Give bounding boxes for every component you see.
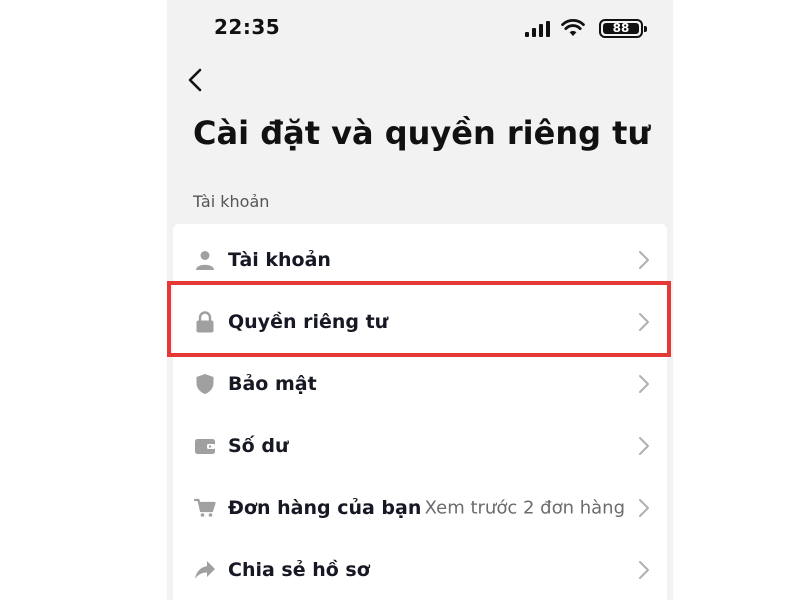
status-time: 22:35 <box>214 15 281 39</box>
chevron-right-icon <box>639 375 649 393</box>
shield-icon <box>193 372 217 396</box>
settings-item-orders[interactable]: Đơn hàng của bạn Xem trước 2 đơn hàng <box>173 477 667 539</box>
settings-item-value: Xem trước 2 đơn hàng <box>424 497 625 519</box>
settings-item-label: Số dư <box>228 435 289 457</box>
signal-icon <box>525 21 550 37</box>
settings-item-label: Chia sẻ hồ sơ <box>228 559 370 581</box>
section-header-account: Tài khoản <box>193 192 270 211</box>
wallet-icon <box>193 434 217 458</box>
chevron-right-icon <box>639 437 649 455</box>
wifi-icon <box>561 19 585 36</box>
settings-item-account[interactable]: Tài khoản <box>173 229 667 291</box>
settings-item-label: Đơn hàng của bạn <box>228 497 422 519</box>
lock-icon <box>193 310 217 334</box>
battery-icon: 88 <box>599 19 647 38</box>
battery-cap <box>644 26 647 32</box>
settings-item-security[interactable]: Bảo mật <box>173 353 667 415</box>
share-icon <box>193 558 217 582</box>
settings-item-label: Tài khoản <box>228 249 331 271</box>
chevron-right-icon <box>639 561 649 579</box>
settings-item-privacy[interactable]: Quyền riêng tư <box>173 291 667 353</box>
status-icons: 88 <box>513 19 647 39</box>
status-bar: 22:35 88 <box>167 0 673 56</box>
chevron-right-icon <box>639 499 649 517</box>
settings-item-balance[interactable]: Số dư <box>173 415 667 477</box>
chevron-right-icon <box>639 251 649 269</box>
settings-item-label: Quyền riêng tư <box>228 311 389 333</box>
chevron-right-icon <box>639 313 649 331</box>
cart-icon <box>193 496 217 520</box>
battery-level: 88 <box>603 22 639 34</box>
back-chevron-icon <box>188 68 202 92</box>
settings-card: Tài khoản Quyền riêng tư Bảo mật Số dư Đ… <box>173 224 667 600</box>
person-icon <box>193 248 217 272</box>
back-button[interactable] <box>181 66 209 94</box>
settings-item-label: Bảo mật <box>228 373 317 395</box>
phone-screen: 22:35 88 Cài đặt và quyền riêng tư Tài k… <box>167 0 673 600</box>
page-title: Cài đặt và quyền riêng tư <box>193 114 651 152</box>
settings-item-share-profile[interactable]: Chia sẻ hồ sơ <box>173 539 667 600</box>
